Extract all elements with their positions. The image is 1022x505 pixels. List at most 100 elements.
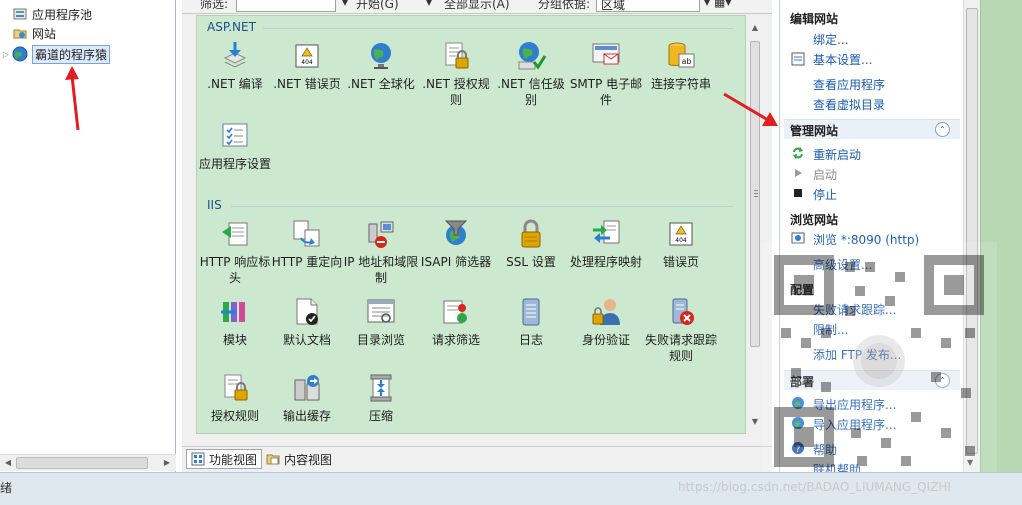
section-manage-site[interactable]: 管理网站 ⌃ <box>784 119 960 139</box>
link-failed-request-tracing[interactable]: 失败请求跟踪... <box>813 301 896 318</box>
view-mode-icon[interactable]: ▦▾ <box>714 0 731 9</box>
feature-connection-strings[interactable]: ab 连接字符串 <box>643 40 719 92</box>
feature-smtp-email[interactable]: SMTP 电子邮件 <box>568 40 644 108</box>
scroll-thumb[interactable] <box>16 457 148 469</box>
feature-ssl-settings[interactable]: SSL 设置 <box>493 218 569 270</box>
go-label: 开始(G) <box>356 0 399 11</box>
svg-text:ab: ab <box>682 57 692 66</box>
scroll-up-icon[interactable]: ▲ <box>750 23 760 35</box>
feature-label: 默认文档 <box>282 333 331 347</box>
scroll-left-icon[interactable]: ◀ <box>1 457 15 469</box>
feature-isapi-filters[interactable]: ISAPI 筛选器 <box>418 218 494 270</box>
filter-input[interactable] <box>236 0 336 12</box>
tree-horizontal-scrollbar[interactable]: ◀ ▶ <box>0 454 176 471</box>
link-view-virtual-dirs[interactable]: 查看虚拟目录 <box>813 96 885 113</box>
feature-label: HTTP 响应标头 <box>199 255 271 285</box>
feature-dotnet-authorization[interactable]: .NET 授权规则 <box>418 40 494 108</box>
feature-label: .NET 错误页 <box>273 77 341 91</box>
collapse-icon[interactable]: ⌃ <box>935 373 950 388</box>
feature-label: 请求筛选 <box>431 333 480 347</box>
feature-handler-mappings[interactable]: 处理程序映射 <box>568 218 644 270</box>
svg-text:404: 404 <box>675 237 687 244</box>
feature-label: 处理程序映射 <box>569 255 642 269</box>
link-restart[interactable]: 重新启动 <box>813 146 861 163</box>
group-by-label: 分组依据: <box>538 0 591 11</box>
feature-ip-domain-restrictions[interactable]: IP 地址和域限制 <box>343 218 419 286</box>
scroll-right-icon[interactable]: ▶ <box>160 457 174 469</box>
features-vertical-scrollbar[interactable]: ▲ ▼ <box>748 15 762 434</box>
link-advanced-settings[interactable]: 高级设置... <box>813 256 872 273</box>
section-deploy[interactable]: 部署 ⌃ <box>784 370 960 390</box>
link-add-ftp[interactable]: 添加 FTP 发布... <box>813 346 901 363</box>
tab-features-view[interactable]: 功能视图 <box>186 449 263 469</box>
feature-failed-request-tracing[interactable]: 失败请求跟踪规则 <box>643 296 719 364</box>
group-by-value: 区域 <box>601 0 626 12</box>
feature-app-settings[interactable]: 应用程序设置 <box>197 120 273 172</box>
request-filtering-icon <box>443 300 467 324</box>
tree-expander[interactable]: ▷ <box>0 50 12 59</box>
link-export-app[interactable]: 导出应用程序... <box>813 396 896 413</box>
handler-mappings-icon <box>593 220 620 244</box>
feature-error-pages[interactable]: 404 错误页 <box>643 218 719 270</box>
link-limits[interactable]: 限制... <box>813 321 848 338</box>
tree-item-label: 网站 <box>32 26 57 41</box>
link-import-app[interactable]: 导入应用程序... <box>813 416 896 433</box>
feature-label: SSL 设置 <box>506 255 556 269</box>
link-view-applications[interactable]: 查看应用程序 <box>813 76 885 93</box>
go-dropdown-icon[interactable]: ▾ <box>426 0 432 9</box>
scroll-down-icon[interactable]: ▼ <box>967 458 973 467</box>
feature-authentication[interactable]: 身份验证 <box>568 296 644 348</box>
logging-icon <box>522 298 540 326</box>
group-by-select[interactable]: 区域 <box>596 0 700 12</box>
feature-dotnet-trust-level[interactable]: .NET 信任级别 <box>493 40 569 108</box>
group-by-dropdown-icon[interactable]: ▾ <box>704 0 710 9</box>
feature-dotnet-compile[interactable]: .NET 编译 <box>197 40 273 92</box>
http-redirect-icon <box>293 220 320 247</box>
link-basic-settings[interactable]: 基本设置... <box>813 51 872 68</box>
feature-label: 授权规则 <box>210 409 259 423</box>
feature-default-document[interactable]: 默认文档 <box>269 296 345 348</box>
dotnet-compile-icon <box>223 42 247 68</box>
link-bindings[interactable]: 绑定... <box>813 31 848 48</box>
authorization-rules-icon <box>445 42 469 69</box>
feature-dotnet-error-pages[interactable]: 404 .NET 错误页 <box>269 40 345 92</box>
tree-item-sites[interactable]: 网站 <box>0 23 56 43</box>
feature-output-caching[interactable]: 输出缓存 <box>269 372 345 424</box>
feature-label: 失败请求跟踪规则 <box>644 333 717 363</box>
link-online-help[interactable]: 联机帮助 <box>813 461 861 472</box>
scroll-grip <box>754 196 758 197</box>
help-icon: ? <box>792 442 804 455</box>
feature-http-redirect[interactable]: HTTP 重定向 <box>269 218 345 270</box>
trust-level-icon <box>518 42 547 70</box>
link-start[interactable]: 启动 <box>813 166 837 183</box>
link-browse-8090[interactable]: 浏览 *:8090 (http) <box>813 231 919 248</box>
feature-http-response-headers[interactable]: HTTP 响应标头 <box>197 218 273 286</box>
show-all-button[interactable]: 全部显示(A) <box>444 0 510 12</box>
feature-label: HTTP 重定向 <box>271 255 343 269</box>
scroll-down-icon[interactable]: ▼ <box>750 417 760 429</box>
feature-directory-browsing[interactable]: 目录浏览 <box>343 296 419 348</box>
tree-item-site[interactable]: ▷ 霸道的程序猿 <box>0 44 111 64</box>
filter-dropdown-icon[interactable]: ▾ <box>342 0 348 9</box>
tree-item-app-pools[interactable]: 应用程序池 <box>0 4 92 24</box>
section-title: 管理网站 <box>790 124 839 138</box>
feature-compression[interactable]: 压缩 <box>343 372 419 424</box>
feature-label: 目录浏览 <box>356 333 405 347</box>
feature-request-filtering[interactable]: 请求筛选 <box>418 296 494 348</box>
feature-modules[interactable]: 模块 <box>197 296 273 348</box>
link-stop[interactable]: 停止 <box>813 186 837 203</box>
tab-content-view[interactable]: 内容视图 <box>262 449 336 469</box>
import-app-icon <box>792 417 804 429</box>
collapse-icon[interactable]: ⌃ <box>935 122 950 137</box>
actions-vertical-scrollbar[interactable]: ▼ <box>963 0 980 472</box>
globe-site-icon <box>12 46 28 62</box>
feature-dotnet-globalization[interactable]: .NET 全球化 <box>343 40 419 92</box>
feature-label: 模块 <box>222 333 247 347</box>
feature-iis-authorization[interactable]: 授权规则 <box>197 372 273 424</box>
go-button[interactable]: 开始(G) <box>356 0 399 12</box>
group-divider <box>231 206 733 207</box>
link-help[interactable]: 帮助 <box>813 441 837 458</box>
scroll-thumb[interactable] <box>966 8 978 454</box>
feature-logging[interactable]: 日志 <box>493 296 569 348</box>
scroll-thumb[interactable] <box>750 41 760 347</box>
